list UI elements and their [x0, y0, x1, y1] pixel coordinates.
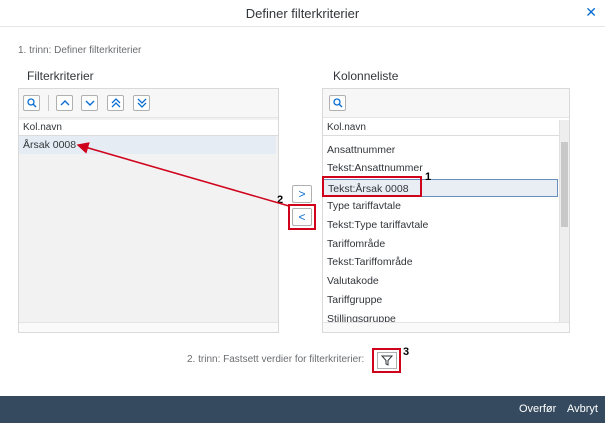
list-item[interactable]: Ansattnummer: [323, 141, 558, 159]
scrollbar-thumb[interactable]: [561, 142, 568, 227]
list-item[interactable]: Årsak 0008: [19, 136, 276, 154]
right-horizontal-scrollbar[interactable]: [323, 322, 569, 332]
right-toolbar: [323, 89, 569, 118]
left-column-header: Kol.navn: [19, 120, 278, 136]
list-item[interactable]: Tariffgruppe: [323, 291, 558, 309]
dialog-footer: Overfør Avbryt: [0, 396, 605, 423]
double-chevron-down-icon[interactable]: [133, 95, 150, 111]
double-chevron-up-icon[interactable]: [107, 95, 124, 111]
list-item[interactable]: Tekst:Type tariffavtale: [323, 216, 558, 234]
transfer-button[interactable]: Overfør: [519, 403, 556, 415]
step1-label: 1. trinn: Definer filterkriterier: [18, 45, 142, 56]
close-icon[interactable]: ✕: [585, 4, 597, 21]
step2-label: 2. trinn: Fastsett verdier for filterkri…: [187, 354, 365, 365]
list-item[interactable]: Tekst:Tariffområde: [323, 253, 558, 271]
dialog-title: Definer filterkriterier: [245, 6, 360, 21]
column-list-panel: Kol.navn Ansattnummer Tekst:Ansattnummer…: [322, 88, 570, 333]
cancel-button[interactable]: Avbryt: [567, 403, 598, 415]
list-item[interactable]: Type tariffavtale: [323, 197, 558, 215]
annotation-2: 2: [277, 194, 284, 206]
right-vertical-scrollbar[interactable]: [559, 120, 569, 323]
search-icon[interactable]: [329, 95, 346, 111]
list-item[interactable]: Valutakode: [323, 272, 558, 290]
search-icon[interactable]: [23, 95, 40, 111]
left-panel-title: Filterkriterier: [27, 69, 94, 83]
right-column-header: Kol.navn: [323, 120, 560, 136]
annotation-3: 3: [403, 346, 410, 358]
annotation-box-3: [372, 348, 401, 373]
annotation-1: 1: [425, 171, 432, 183]
annotation-box-1: [322, 176, 422, 197]
list-item[interactable]: Tekst:Ansattnummer: [323, 159, 558, 177]
add-to-filter-button[interactable]: >: [292, 185, 312, 203]
dialog-header: Definer filterkriterier ✕: [0, 0, 605, 27]
left-horizontal-scrollbar[interactable]: [19, 322, 278, 332]
chevron-up-icon[interactable]: [56, 95, 73, 111]
right-panel-title: Kolonneliste: [333, 69, 399, 83]
list-item[interactable]: Tariffområde: [323, 235, 558, 253]
left-toolbar: [19, 89, 278, 118]
chevron-down-icon[interactable]: [81, 95, 98, 111]
annotation-box-2: [288, 204, 316, 230]
filter-criteria-panel: Kol.navn Årsak 0008: [18, 88, 279, 333]
